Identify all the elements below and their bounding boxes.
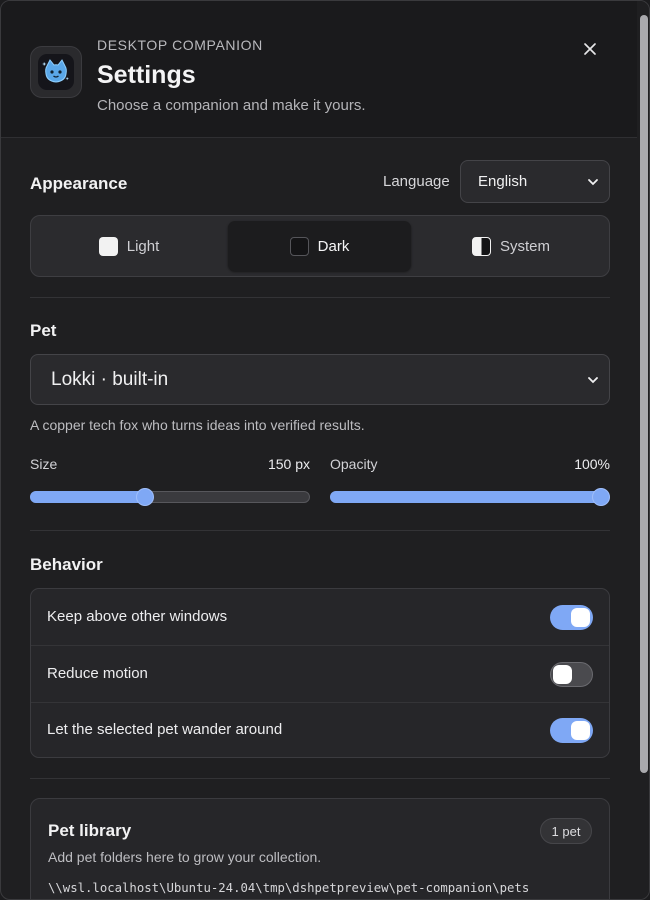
system-swatch-icon [471,236,491,256]
page-subtitle: Choose a companion and make it yours. [97,97,366,114]
settings-window: DESKTOP COMPANION Settings Choose a comp… [0,0,650,900]
toggle-knob [571,721,590,740]
pet-count-badge: 1 pet [540,818,592,844]
theme-option-light[interactable]: Light [36,221,222,271]
pet-description: A copper tech fox who turns ideas into v… [30,417,365,433]
theme-option-system[interactable]: System [417,221,605,271]
divider [30,297,610,298]
page-title: Settings [97,61,196,89]
light-swatch-icon [98,236,118,256]
behavior-card: Keep above other windows Reduce motion L… [30,588,610,758]
opacity-value: 100% [574,456,610,472]
toggle-row-reduce-motion: Reduce motion [31,646,609,703]
theme-label: Dark [317,237,350,255]
pet-select-value: Lokki · built-in [51,368,169,390]
toggle-knob [553,665,572,684]
size-value: 150 px [267,456,310,472]
chevron-down-icon [588,376,598,383]
slider-thumb[interactable] [135,488,154,506]
app-icon [30,46,82,98]
behavior-heading: Behavior [30,555,103,574]
close-icon [584,43,596,55]
scrollbar-thumb[interactable] [640,15,648,773]
pet-library-card: Pet library 1 pet Add pet folders here t… [30,798,610,899]
dark-swatch-icon [289,236,309,256]
wander-toggle[interactable] [550,718,593,743]
language-value: English [478,173,528,190]
keep-above-toggle[interactable] [550,605,593,630]
pet-heading: Pet [30,321,57,340]
pet-library-description: Add pet folders here to grow your collec… [48,849,322,865]
toggle-knob [571,608,590,627]
reduce-motion-toggle[interactable] [550,662,593,687]
appearance-heading: Appearance [30,174,128,193]
theme-segmented-control: Light Dark System [30,215,610,277]
close-button[interactable] [577,36,603,62]
divider [30,778,610,779]
pet-library-heading: Pet library [48,821,132,840]
size-slider[interactable] [30,488,310,506]
language-select[interactable]: English [460,160,610,203]
app-eyebrow: DESKTOP COMPANION [97,37,263,53]
theme-label: System [499,237,550,255]
opacity-label: Opacity [330,456,378,472]
toggle-label: Reduce motion [47,665,148,682]
theme-option-dark[interactable]: Dark [228,221,411,271]
opacity-slider[interactable] [330,488,610,506]
cat-face-icon [38,54,74,90]
size-label: Size [30,456,58,472]
pet-select[interactable]: Lokki · built-in [30,354,610,405]
toggle-label: Let the selected pet wander around [47,721,283,738]
toggle-row-wander: Let the selected pet wander around [31,702,609,757]
language-label: Language [383,173,450,190]
chevron-down-icon [588,178,598,185]
toggle-label: Keep above other windows [47,608,228,625]
theme-label: Light [126,237,160,255]
divider [30,530,610,531]
header: DESKTOP COMPANION Settings Choose a comp… [1,1,637,138]
pet-folder-path[interactable]: \\wsl.localhost\Ubuntu-24.04\tmp\dshpetp… [48,881,529,895]
slider-fill [30,491,145,503]
slider-fill [330,491,601,503]
slider-thumb[interactable] [592,488,610,506]
toggle-row-keep-above: Keep above other windows [31,589,609,646]
